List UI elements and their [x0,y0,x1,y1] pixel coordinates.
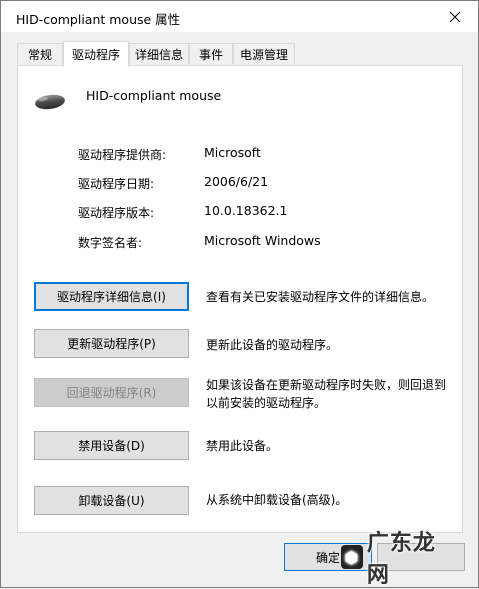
signer-label: 数字签名者: [78,236,143,250]
tab-general[interactable]: 常规 [17,43,63,64]
uninstall-device-button[interactable]: 卸载设备(U) [34,486,189,515]
date-value: 2006/6/21 [204,174,269,189]
watermark-text: 广东龙网 [366,531,436,588]
disable-device-button[interactable]: 禁用设备(D) [34,431,189,460]
close-button[interactable] [432,1,478,32]
tab-power-management[interactable]: 电源管理 [233,43,295,64]
properties-dialog: HID-compliant mouse 属性 常规 驱动程序 详细信息 事件 电… [0,0,479,588]
tab-driver[interactable]: 驱动程序 [63,41,129,66]
date-label: 驱动程序日期: [78,177,155,191]
tab-events[interactable]: 事件 [189,43,233,64]
tab-details[interactable]: 详细信息 [129,43,189,64]
update-driver-button[interactable]: 更新驱动程序(P) [34,329,189,358]
mouse-icon [35,94,65,110]
tab-strip: 常规 驱动程序 详细信息 事件 电源管理 [17,41,463,66]
disable-device-description: 禁用此设备。 [206,439,279,453]
roll-back-driver-description: 如果该设备在更新驱动程序时失败，则回退到以前安装的驱动程序。 [206,378,447,410]
driver-tab-panel: HID-compliant mouse 驱动程序提供商: Microsoft 驱… [17,65,463,533]
signer-value: Microsoft Windows [204,233,321,248]
close-icon [449,11,461,22]
update-driver-description: 更新此设备的驱动程序。 [206,338,339,352]
provider-value: Microsoft [204,145,261,160]
watermark-logo-icon: ⬢ [341,545,363,569]
provider-label: 驱动程序提供商: [78,148,167,162]
window-title: HID-compliant mouse 属性 [16,12,181,27]
roll-back-driver-button[interactable]: 回退驱动程序(R) [34,378,189,407]
device-name: HID-compliant mouse [86,88,222,103]
driver-details-description: 查看有关已安装驱动程序文件的详细信息。 [206,290,435,304]
uninstall-device-description: 从系统中卸载设备(高级)。 [206,493,348,507]
version-label: 驱动程序版本: [78,206,155,220]
watermark: ⬢ 广东龙网 [341,531,451,588]
driver-details-button[interactable]: 驱动程序详细信息(I) [34,282,189,311]
title-bar[interactable]: HID-compliant mouse 属性 [1,1,478,32]
version-value: 10.0.18362.1 [204,203,288,218]
